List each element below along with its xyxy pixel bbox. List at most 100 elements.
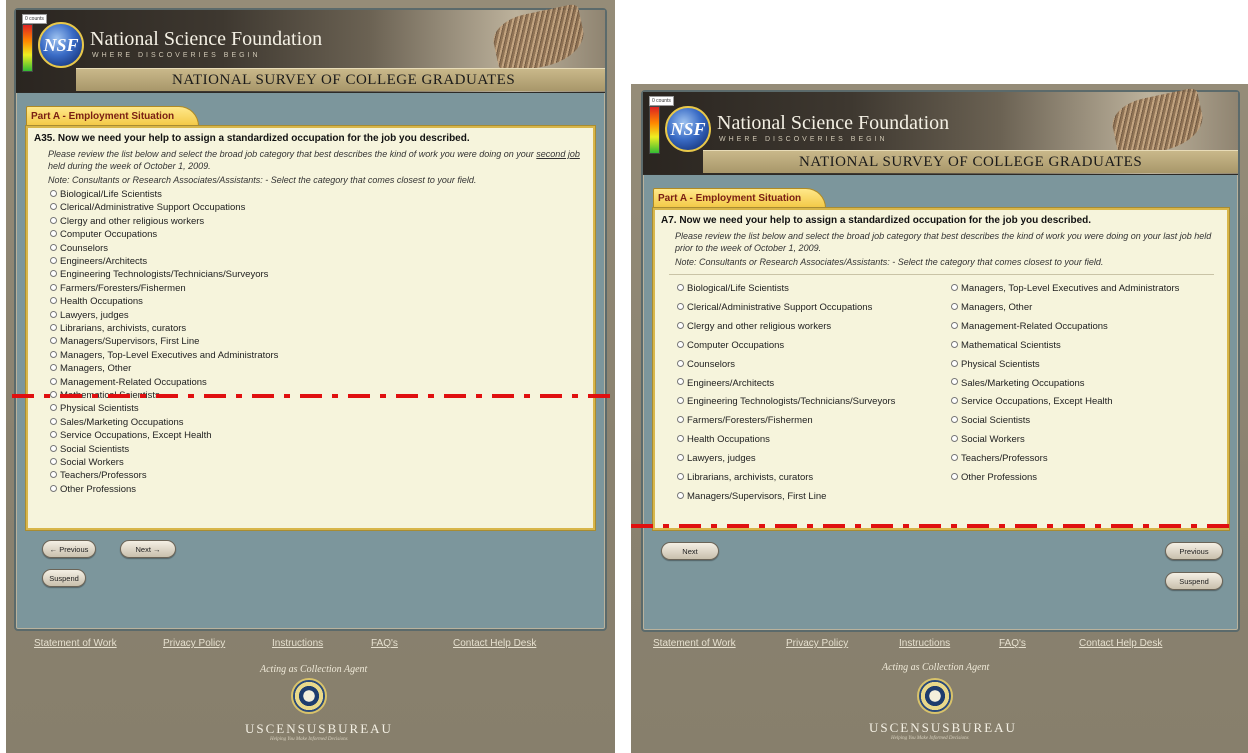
left-previous-button[interactable]: ← Previous (42, 540, 96, 558)
radio-button-icon[interactable] (677, 340, 684, 348)
right-col1-option-10[interactable]: Librarians, archivists, curators (677, 472, 813, 484)
right-col1-option-9[interactable]: Lawyers, judges (677, 453, 756, 465)
radio-button-icon[interactable] (50, 457, 57, 465)
left-option-6[interactable]: Engineering Technologists/Technicians/Su… (50, 269, 268, 281)
right-col1-option-3[interactable]: Computer Occupations (677, 340, 784, 352)
left-option-20[interactable]: Social Workers (50, 457, 124, 469)
radio-button-icon[interactable] (677, 302, 684, 310)
left-link-privacy-policy[interactable]: Privacy Policy (163, 638, 225, 649)
left-link-statement-of-work[interactable]: Statement of Work (34, 638, 117, 649)
radio-button-icon[interactable] (951, 340, 958, 348)
left-option-11[interactable]: Managers/Supervisors, First Line (50, 336, 199, 348)
radio-button-icon[interactable] (50, 377, 57, 385)
radio-button-icon[interactable] (951, 472, 958, 480)
radio-button-icon[interactable] (50, 431, 57, 439)
radio-button-icon[interactable] (50, 283, 57, 291)
radio-button-icon[interactable] (50, 189, 57, 197)
left-option-22[interactable]: Other Professions (50, 484, 136, 496)
radio-button-icon[interactable] (677, 416, 684, 424)
right-link-instructions[interactable]: Instructions (899, 638, 950, 649)
radio-button-icon[interactable] (677, 472, 684, 480)
right-col1-option-5[interactable]: Engineers/Architects (677, 378, 774, 390)
left-option-8[interactable]: Health Occupations (50, 296, 143, 308)
right-col2-option-10[interactable]: Other Professions (951, 472, 1037, 484)
left-option-10[interactable]: Librarians, archivists, curators (50, 323, 186, 335)
radio-button-icon[interactable] (677, 435, 684, 443)
radio-button-icon[interactable] (50, 203, 57, 211)
left-option-1[interactable]: Clerical/Administrative Support Occupati… (50, 202, 245, 214)
radio-button-icon[interactable] (50, 230, 57, 238)
left-option-7[interactable]: Farmers/Foresters/Fishermen (50, 283, 186, 295)
radio-button-icon[interactable] (677, 397, 684, 405)
right-col2-option-6[interactable]: Service Occupations, Except Health (951, 396, 1113, 408)
right-col1-option-2[interactable]: Clergy and other religious workers (677, 321, 831, 333)
right-col2-option-7[interactable]: Social Scientists (951, 415, 1030, 427)
radio-button-icon[interactable] (50, 350, 57, 358)
radio-button-icon[interactable] (951, 378, 958, 386)
radio-button-icon[interactable] (677, 378, 684, 386)
left-option-18[interactable]: Service Occupations, Except Health (50, 430, 212, 442)
right-link-privacy-policy[interactable]: Privacy Policy (786, 638, 848, 649)
radio-button-icon[interactable] (951, 321, 958, 329)
radio-button-icon[interactable] (677, 491, 684, 499)
right-col2-option-9[interactable]: Teachers/Professors (951, 453, 1048, 465)
radio-button-icon[interactable] (951, 359, 958, 367)
right-link-contact-help-desk[interactable]: Contact Help Desk (1079, 638, 1162, 649)
left-option-14[interactable]: Management-Related Occupations (50, 377, 207, 389)
right-link-faqs[interactable]: FAQ's (999, 638, 1026, 649)
left-option-0[interactable]: Biological/Life Scientists (50, 189, 162, 201)
left-option-3[interactable]: Computer Occupations (50, 229, 157, 241)
right-col2-option-1[interactable]: Managers, Other (951, 302, 1032, 314)
right-col2-option-4[interactable]: Physical Scientists (951, 359, 1040, 371)
left-option-21[interactable]: Teachers/Professors (50, 470, 147, 482)
radio-button-icon[interactable] (50, 243, 57, 251)
right-col1-option-8[interactable]: Health Occupations (677, 434, 770, 446)
left-suspend-button[interactable]: Suspend (42, 569, 86, 587)
right-col2-option-2[interactable]: Management-Related Occupations (951, 321, 1108, 333)
radio-button-icon[interactable] (677, 359, 684, 367)
right-col1-option-7[interactable]: Farmers/Foresters/Fishermen (677, 415, 813, 427)
radio-button-icon[interactable] (50, 310, 57, 318)
radio-button-icon[interactable] (951, 416, 958, 424)
left-option-9[interactable]: Lawyers, judges (50, 310, 129, 322)
left-next-button[interactable]: Next → (120, 540, 176, 558)
left-option-12[interactable]: Managers, Top-Level Executives and Admin… (50, 350, 278, 362)
right-col1-option-11[interactable]: Managers/Supervisors, First Line (677, 491, 826, 503)
radio-button-icon[interactable] (50, 417, 57, 425)
right-previous-button[interactable]: Previous (1165, 542, 1223, 560)
right-next-button[interactable]: Next (661, 542, 719, 560)
left-option-2[interactable]: Clergy and other religious workers (50, 216, 204, 228)
radio-button-icon[interactable] (50, 323, 57, 331)
right-col1-option-0[interactable]: Biological/Life Scientists (677, 283, 789, 295)
radio-button-icon[interactable] (50, 364, 57, 372)
radio-button-icon[interactable] (951, 435, 958, 443)
right-col2-option-5[interactable]: Sales/Marketing Occupations (951, 378, 1085, 390)
right-suspend-button[interactable]: Suspend (1165, 572, 1223, 590)
left-option-4[interactable]: Counselors (50, 243, 108, 255)
radio-button-icon[interactable] (50, 297, 57, 305)
radio-button-icon[interactable] (50, 256, 57, 264)
right-col1-option-4[interactable]: Counselors (677, 359, 735, 371)
left-option-13[interactable]: Managers, Other (50, 363, 131, 375)
radio-button-icon[interactable] (50, 216, 57, 224)
right-col2-option-8[interactable]: Social Workers (951, 434, 1025, 446)
radio-button-icon[interactable] (50, 337, 57, 345)
radio-button-icon[interactable] (677, 321, 684, 329)
radio-button-icon[interactable] (50, 484, 57, 492)
radio-button-icon[interactable] (677, 454, 684, 462)
left-link-faqs[interactable]: FAQ's (371, 638, 398, 649)
radio-button-icon[interactable] (951, 302, 958, 310)
radio-button-icon[interactable] (951, 397, 958, 405)
radio-button-icon[interactable] (50, 270, 57, 278)
left-option-5[interactable]: Engineers/Architects (50, 256, 147, 268)
right-col1-option-6[interactable]: Engineering Technologists/Technicians/Su… (677, 396, 895, 408)
radio-button-icon[interactable] (951, 454, 958, 462)
radio-button-icon[interactable] (951, 283, 958, 291)
left-link-instructions[interactable]: Instructions (272, 638, 323, 649)
radio-button-icon[interactable] (50, 444, 57, 452)
right-col2-option-3[interactable]: Mathematical Scientists (951, 340, 1061, 352)
right-col1-option-1[interactable]: Clerical/Administrative Support Occupati… (677, 302, 872, 314)
radio-button-icon[interactable] (677, 283, 684, 291)
left-option-16[interactable]: Physical Scientists (50, 403, 139, 415)
radio-button-icon[interactable] (50, 404, 57, 412)
